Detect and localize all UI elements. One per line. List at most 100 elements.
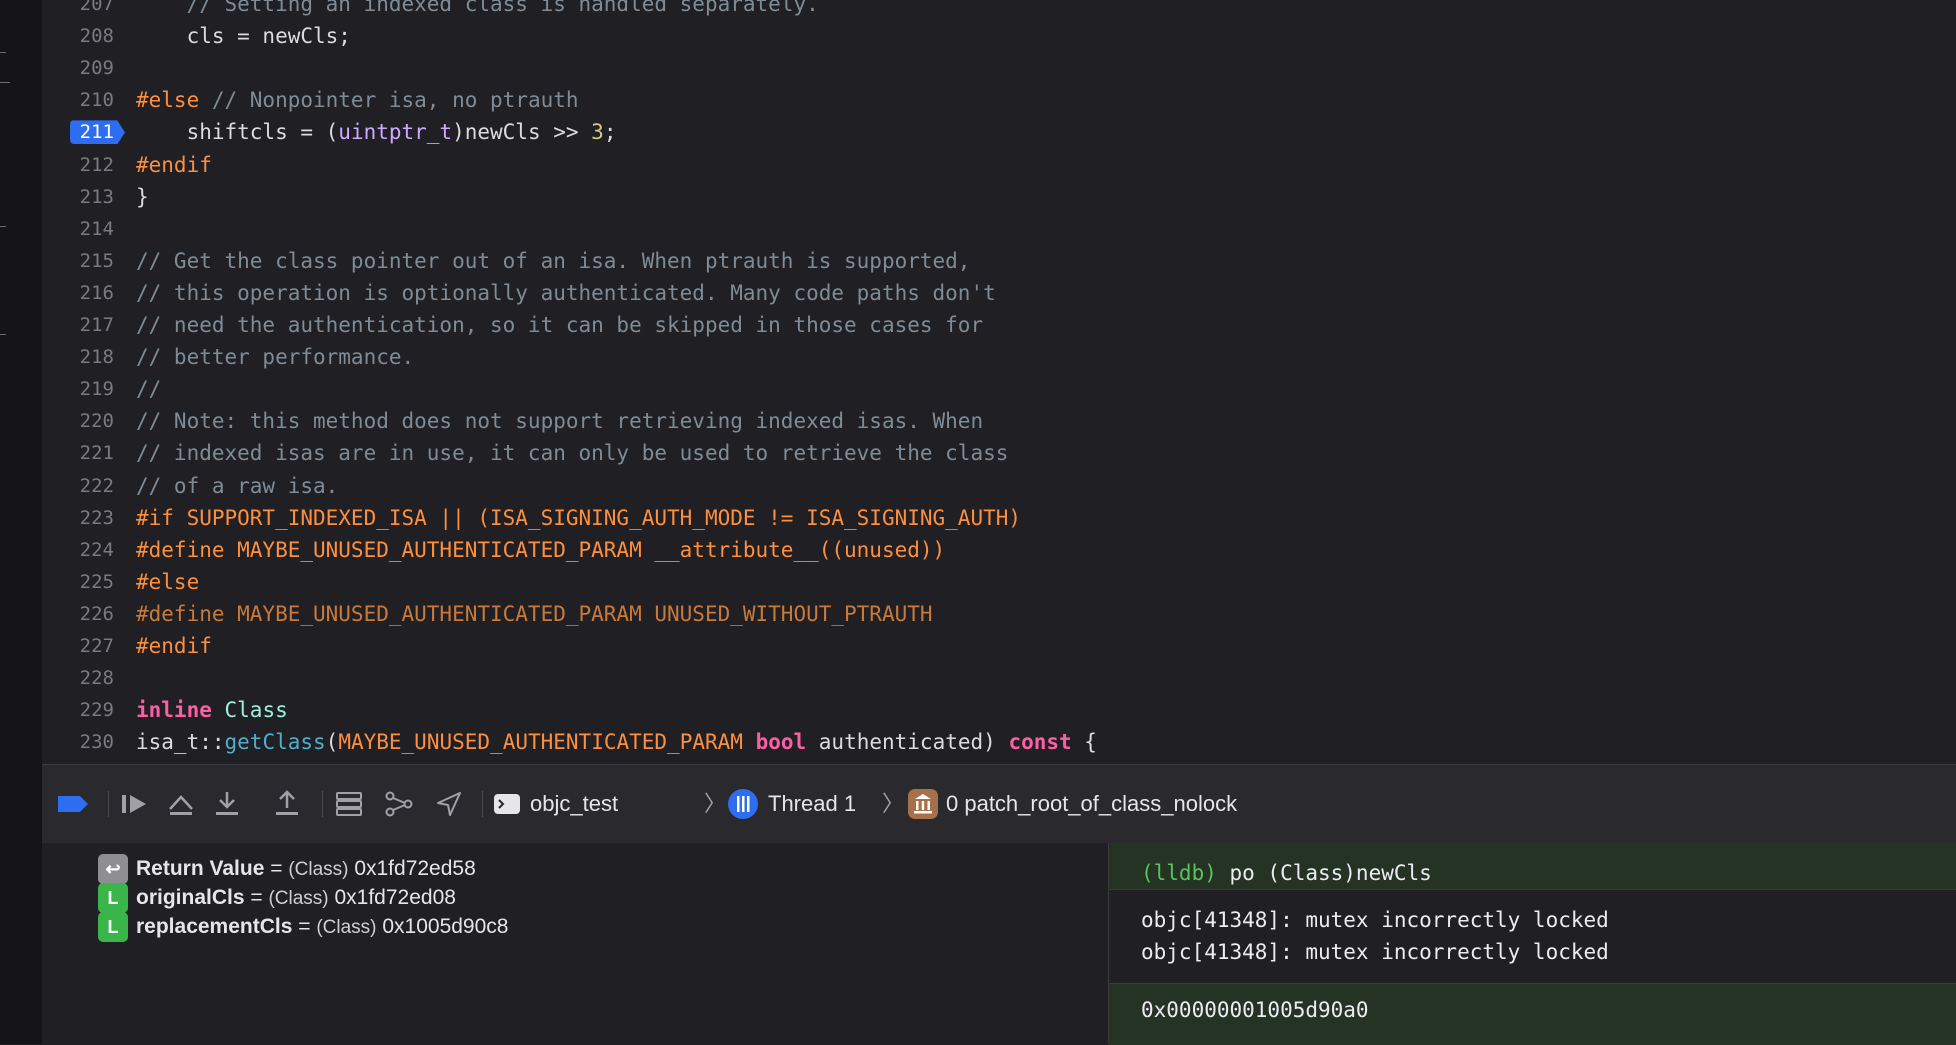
- code-token: uintptr_t: [338, 120, 453, 145]
- continue-button[interactable]: [118, 787, 152, 821]
- console-command: po (Class)newCls: [1216, 861, 1432, 885]
- line-number[interactable]: 215: [42, 245, 114, 277]
- code-line[interactable]: 212 #endif: [42, 149, 1956, 181]
- lldb-console[interactable]: (lldb) po (Class)newCls objc[41348]: mut…: [1108, 843, 1956, 1045]
- code-token: #if SUPPORT_INDEXED_ISA || (ISA_SIGNING_…: [136, 505, 1022, 530]
- code-token: bool: [755, 730, 807, 755]
- code-token: MAYBE_UNUSED_AUTHENTICATED_PARAM: [338, 730, 743, 755]
- navigator-tick: [0, 334, 6, 335]
- line-number[interactable]: 222: [42, 470, 114, 502]
- line-number[interactable]: 219: [42, 373, 114, 405]
- code-text: // better performance.: [136, 341, 414, 373]
- code-text: cls = newCls;: [136, 20, 351, 52]
- code-line[interactable]: 229 inline Class: [42, 694, 1956, 726]
- line-number[interactable]: 212: [42, 149, 114, 181]
- step-over-button[interactable]: [164, 787, 198, 821]
- variable-type: (Class): [316, 917, 377, 938]
- code-line[interactable]: 208 cls = newCls;: [42, 20, 1956, 52]
- code-line[interactable]: 218 // better performance.: [42, 341, 1956, 373]
- code-token: // better performance.: [136, 345, 415, 370]
- code-line[interactable]: 216 // this operation is optionally authe…: [42, 277, 1956, 309]
- code-line[interactable]: 209: [42, 52, 1956, 84]
- line-number[interactable]: 223: [42, 502, 114, 534]
- code-line[interactable]: 224 #define MAYBE_UNUSED_AUTHENTICATED_PA…: [42, 534, 1956, 566]
- line-number[interactable]: 207: [42, 0, 114, 20]
- code-line[interactable]: 211 shiftcls = (uintptr_t)newCls >> 3;: [42, 116, 1956, 148]
- code-line[interactable]: 215 // Get the class pointer out of an is…: [42, 245, 1956, 277]
- code-line[interactable]: 228: [42, 662, 1956, 694]
- line-number[interactable]: 229: [42, 694, 114, 726]
- console-result: 0x00000001005d90a0: [1141, 998, 1369, 1022]
- line-number[interactable]: 209: [42, 52, 114, 84]
- lldb-prompt: (lldb): [1141, 861, 1217, 885]
- code-token: Class: [224, 698, 288, 723]
- variable-name: Return Value: [136, 857, 265, 880]
- local-variable-icon: L: [98, 883, 128, 913]
- line-number[interactable]: 221: [42, 437, 114, 469]
- code-text: // Setting an indexed class is handled s…: [136, 0, 819, 20]
- variable-value: 0x1005d90c8: [376, 915, 509, 938]
- code-line[interactable]: 221 // indexed isas are in use, it can on…: [42, 437, 1956, 469]
- code-text: #if SUPPORT_INDEXED_ISA || (ISA_SIGNING_…: [136, 502, 1021, 534]
- line-number[interactable]: 218: [42, 341, 114, 373]
- code-text: // this operation is optionally authenti…: [136, 277, 996, 309]
- code-token: //: [136, 377, 162, 402]
- code-token: cls = newCls;: [136, 24, 351, 49]
- code-line[interactable]: 219 //: [42, 373, 1956, 405]
- stack-layers-icon: [336, 792, 362, 816]
- line-number[interactable]: 216: [42, 277, 114, 309]
- code-line[interactable]: 227 #endif: [42, 630, 1956, 662]
- step-into-button[interactable]: [210, 787, 244, 821]
- debug-bar: objc_test 〉 Thread 1 〉 0 patch_root_of_c…: [42, 764, 1956, 844]
- code-line[interactable]: 213}: [42, 181, 1956, 213]
- line-number[interactable]: 228: [42, 662, 114, 694]
- memory-graph-button[interactable]: [382, 787, 416, 821]
- breakpoints-toggle-button[interactable]: [56, 787, 90, 821]
- code-line[interactable]: 225 #else: [42, 566, 1956, 598]
- line-number[interactable]: 225: [42, 566, 114, 598]
- line-number[interactable]: 220: [42, 405, 114, 437]
- breadcrumb-target[interactable]: objc_test: [530, 787, 618, 821]
- line-number[interactable]: 210: [42, 84, 114, 116]
- simulate-location-button[interactable]: [432, 787, 466, 821]
- line-number[interactable]: 227: [42, 630, 114, 662]
- line-number[interactable]: 226: [42, 598, 114, 630]
- line-number[interactable]: 213: [42, 181, 114, 213]
- variable-type: (Class): [288, 859, 349, 880]
- code-token: #define MAYBE_UNUSED_AUTHENTICATED_PARAM…: [136, 537, 946, 562]
- breadcrumb-frame[interactable]: 0 patch_root_of_class_nolock: [946, 787, 1237, 821]
- variable-name: originalCls: [136, 886, 245, 909]
- step-out-icon: [276, 790, 298, 815]
- line-number[interactable]: 217: [42, 309, 114, 341]
- line-number[interactable]: 208: [42, 20, 114, 52]
- code-line[interactable]: 214: [42, 213, 1956, 245]
- step-into-icon: [216, 792, 238, 815]
- code-text: // Note: this method does not support re…: [136, 405, 983, 437]
- code-line[interactable]: 230 isa_t::getClass(MAYBE_UNUSED_AUTHENTI…: [42, 726, 1956, 758]
- code-token: // Setting an indexed class is handled s…: [136, 0, 819, 16]
- code-token: {: [1071, 730, 1097, 755]
- line-number[interactable]: 214: [42, 213, 114, 245]
- variable-text: Return Value = (Class) 0x1fd72ed58: [136, 854, 476, 885]
- code-token: #endif: [136, 634, 212, 658]
- code-line[interactable]: 222 // of a raw isa.: [42, 470, 1956, 502]
- breadcrumb-thread[interactable]: Thread 1: [768, 787, 856, 821]
- frame-crumb-icon-wrap: [906, 787, 940, 821]
- source-editor[interactable]: 207 // Setting an indexed class is handl…: [42, 0, 1956, 764]
- step-out-button[interactable]: [270, 787, 304, 821]
- view-hierarchy-button[interactable]: [332, 787, 366, 821]
- code-line[interactable]: 220 // Note: this method does not support…: [42, 405, 1956, 437]
- code-text: // Get the class pointer out of an isa. …: [136, 245, 970, 277]
- code-line[interactable]: 217 // need the authentication, so it can…: [42, 309, 1956, 341]
- line-number[interactable]: 224: [42, 534, 114, 566]
- code-line[interactable]: 226 #define MAYBE_UNUSED_AUTHENTICATED_PA…: [42, 598, 1956, 630]
- location-arrow-icon: [437, 792, 461, 816]
- line-number[interactable]: 230: [42, 726, 114, 758]
- line-number[interactable]: 211: [42, 116, 114, 148]
- code-line[interactable]: 223 #if SUPPORT_INDEXED_ISA || (ISA_SIGNI…: [42, 502, 1956, 534]
- continue-icon: [122, 795, 146, 813]
- console-command-line: (lldb) po (Class)newCls: [1141, 857, 1432, 889]
- code-line[interactable]: 210 #else // Nonpointer isa, no ptrauth: [42, 84, 1956, 116]
- code-line[interactable]: 207 // Setting an indexed class is handl…: [42, 0, 1956, 20]
